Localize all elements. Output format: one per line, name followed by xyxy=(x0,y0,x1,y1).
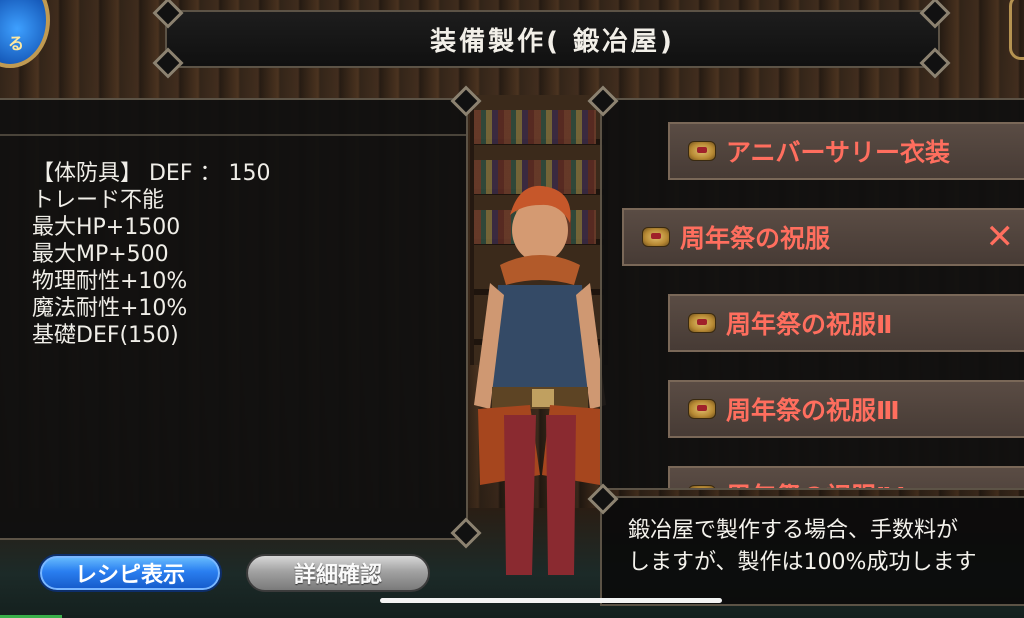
shelf-books xyxy=(474,110,596,144)
item-stats-list: 【体防具】 DEF ： 150 トレード不能 最大HP+1500 最大MP+50… xyxy=(32,160,270,349)
recipe-scroll-icon xyxy=(688,399,716,419)
recipe-label: 周年祭の祝服Ⅲ xyxy=(726,396,900,425)
stat-line: 物理耐性+10% xyxy=(32,269,188,294)
recipe-display-button[interactable]: レシピ表示 xyxy=(38,554,222,592)
recipe-item-2[interactable]: 周年祭の祝服Ⅱ xyxy=(668,294,1024,352)
item-stats-panel: 【体防具】 DEF ： 150 トレード不能 最大HP+1500 最大MP+50… xyxy=(0,98,468,540)
stat-line: 基礎DEF(150) xyxy=(32,323,179,348)
recipe-scroll-icon xyxy=(642,227,670,247)
home-indicator[interactable] xyxy=(380,598,722,603)
recipe-label: 周年祭の祝服 xyxy=(680,224,831,253)
stat-line: 魔法耐性+10% xyxy=(32,296,188,321)
recipe-label: 周年祭の祝服Ⅱ xyxy=(726,310,893,339)
recipe-item-3[interactable]: 周年祭の祝服Ⅲ xyxy=(668,380,1024,438)
stat-line: 最大MP+500 xyxy=(32,242,169,267)
page-title-text: 装備製作( 鍛冶屋) xyxy=(430,26,675,57)
recipe-item-anniversary-costume[interactable]: アニバーサリー衣装 xyxy=(668,122,1024,180)
recipe-label: 周年祭の祝服Ⅳ xyxy=(726,477,903,488)
recipe-label: アニバーサリー衣装 xyxy=(726,138,951,167)
page-title: 装備製作( 鍛冶屋) xyxy=(165,10,940,68)
emblem-label: る xyxy=(8,34,25,53)
detail-check-button[interactable]: 詳細確認 xyxy=(246,554,430,592)
recipe-item-4[interactable]: 周年祭の祝服Ⅳ xyxy=(668,466,1024,488)
stat-line: トレード不能 xyxy=(32,188,165,213)
recipe-scroll-icon xyxy=(688,141,716,161)
recipe-list-panel[interactable]: アニバーサリー衣装 周年祭の祝服 ✕ 周年祭の祝服Ⅱ 周年祭の祝服Ⅲ 周年祭の祝… xyxy=(600,98,1024,490)
player-character xyxy=(474,185,606,575)
message-box: 鍛冶屋で製作する場合、手数料が しますが、製作は100%成功します xyxy=(600,496,1024,606)
recipe-scroll-icon xyxy=(688,313,716,333)
ornament-decoration xyxy=(1009,0,1024,60)
recipe-scroll-icon xyxy=(688,485,716,488)
recipe-item-selected[interactable]: 周年祭の祝服 ✕ xyxy=(622,208,1024,266)
panel-divider xyxy=(0,134,466,136)
stat-line: 【体防具】 DEF ： 150 xyxy=(32,161,271,186)
message-line-1: 鍛冶屋で製作する場合、手数料が xyxy=(628,518,959,543)
message-line-2: しますが、製作は100%成功します xyxy=(628,550,977,575)
close-icon[interactable]: ✕ xyxy=(986,217,1015,257)
stat-line: 最大HP+1500 xyxy=(32,215,181,240)
